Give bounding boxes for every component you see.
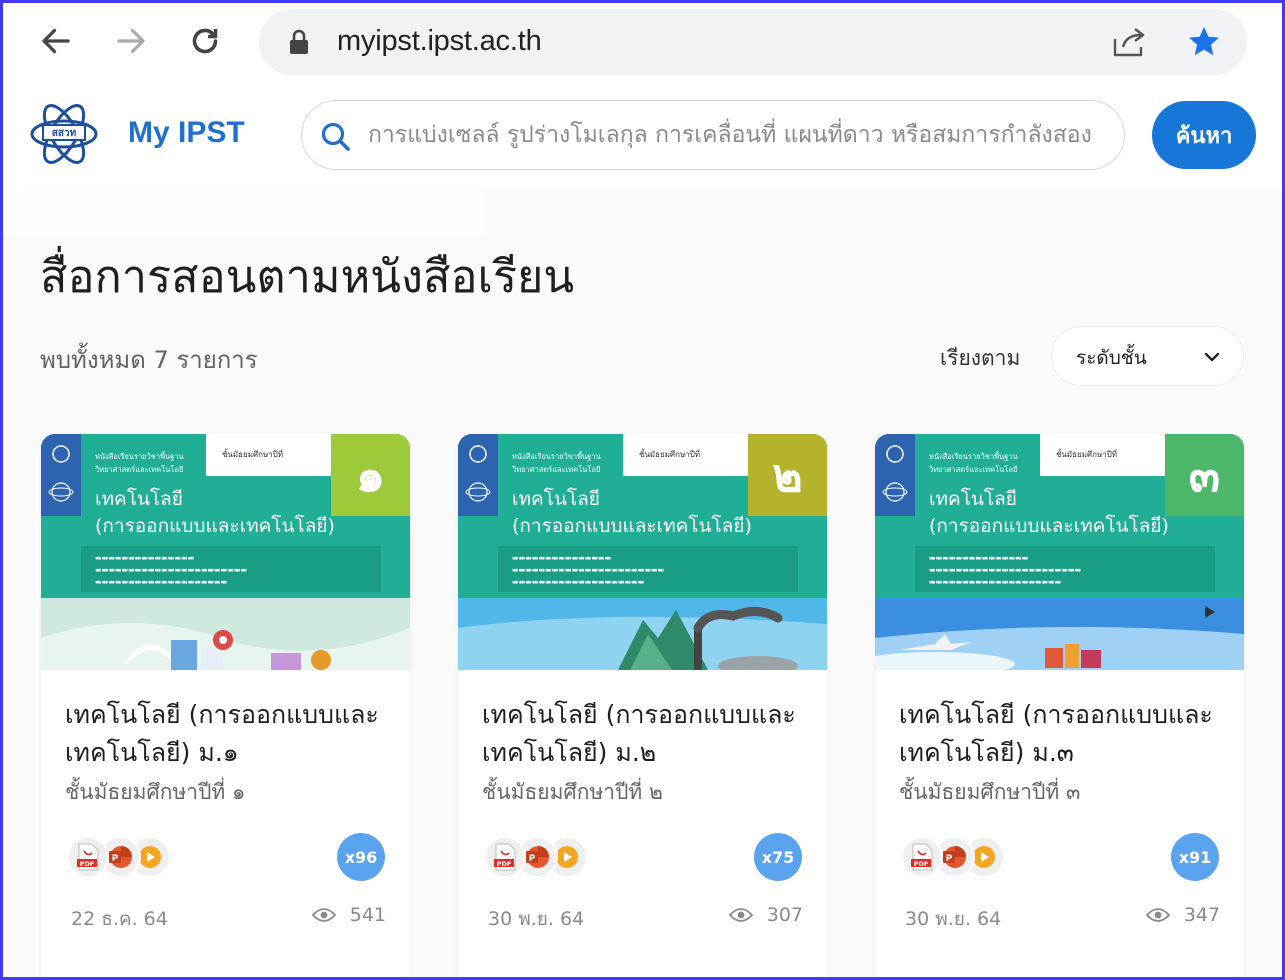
eye-icon	[1145, 908, 1170, 922]
book-card[interactable]: ชั้นมัธยมศึกษาปีที่ ๒ หนังสือเรียนรายวิช…	[458, 434, 827, 980]
svg-text:P: P	[529, 854, 536, 864]
svg-text:สสวท: สสวท	[52, 128, 77, 139]
ipst-logo[interactable]: สสวท	[29, 101, 99, 167]
cover-fine-print: ▬▬▬▬▬▬▬▬▬▬▬▬▬▬▬ ▬▬▬▬▬▬▬▬▬▬▬▬▬▬▬▬▬▬▬▬▬▬▬ ▬▬…	[929, 554, 1082, 586]
book-cover[interactable]: ชั้นมัธยมศึกษาปีที่ ๒ หนังสือเรียนรายวิช…	[458, 434, 827, 670]
cover-title: เทคโนโลยี (การออกแบบและเทคโนโลยี)	[95, 488, 335, 537]
cover-grade-tab: ชั้นมัธยมศึกษาปีที่	[206, 434, 331, 476]
search-icon	[321, 122, 350, 151]
result-count: พบทั้งหมด 7 รายการ	[40, 346, 258, 374]
reload-button[interactable]	[185, 21, 225, 61]
brand-name[interactable]: My IPST	[128, 116, 245, 150]
cover-series-label: หนังสือเรียนรายวิชาพื้นฐาน วิทยาศาสตร์แล…	[929, 452, 1018, 474]
cover-grade-label: ชั้นมัธยมศึกษาปีที่	[1056, 450, 1118, 459]
sort-select[interactable]: ระดับชั้น	[1051, 326, 1244, 386]
cover-title: เทคโนโลยี (การออกแบบและเทคโนโลยี)	[512, 488, 752, 537]
resource-count-badge: x91	[1171, 833, 1219, 881]
view-count: 541	[311, 904, 386, 926]
book-cover[interactable]: ชั้นมัธยมศึกษาปีที่ ๓ หนังสือเรียนรายวิช…	[875, 434, 1244, 670]
cover-emblem	[875, 434, 915, 516]
card-date: 30 พ.ย. 64	[905, 908, 1002, 930]
cover-series-label: หนังสือเรียนรายวิชาพื้นฐาน วิทยาศาสตร์แล…	[512, 452, 601, 474]
pdf-badge: PDF	[901, 836, 943, 878]
search-button[interactable]: ค้นหา	[1152, 101, 1256, 169]
cover-numeral: ๑	[331, 434, 410, 516]
url-text: myipst.ipst.ac.th	[337, 25, 542, 57]
cover-grade-label: ชั้นมัธยมศึกษาปีที่	[639, 450, 701, 459]
cover-title: เทคโนโลยี (การออกแบบและเทคโนโลยี)	[929, 488, 1169, 537]
arrow-right-icon	[117, 28, 145, 54]
svg-text:PDF: PDF	[497, 860, 512, 868]
eye-icon	[728, 908, 753, 922]
svg-text:P: P	[946, 854, 953, 864]
powerpoint-icon: P	[943, 846, 966, 868]
star-icon[interactable]	[1185, 24, 1223, 60]
cover-band: ▬▬▬▬▬▬▬▬▬▬▬▬▬▬▬ ▬▬▬▬▬▬▬▬▬▬▬▬▬▬▬▬▬▬▬▬▬▬▬ ▬▬…	[915, 546, 1215, 592]
card-title[interactable]: เทคโนโลยี (การออกแบบและเทคโนโลยี) ม.๑	[65, 696, 395, 772]
arrow-left-icon	[42, 28, 70, 54]
page-title: สื่อการสอนตามหนังสือเรียน	[40, 250, 575, 303]
card-date: 22 ธ.ค. 64	[71, 908, 168, 930]
lock-icon	[290, 29, 308, 54]
back-button[interactable]	[36, 21, 76, 61]
svg-text:PDF: PDF	[914, 860, 929, 868]
powerpoint-icon: P	[109, 846, 132, 868]
search-box	[301, 100, 1125, 170]
resource-count-badge: x75	[754, 833, 802, 881]
cover-illustration	[875, 598, 1244, 670]
search-input[interactable]	[368, 115, 1108, 155]
cover-fine-print: ▬▬▬▬▬▬▬▬▬▬▬▬▬▬▬ ▬▬▬▬▬▬▬▬▬▬▬▬▬▬▬▬▬▬▬▬▬▬▬ ▬▬…	[512, 554, 665, 586]
share-icon[interactable]	[1111, 25, 1149, 59]
address-bar[interactable]: myipst.ipst.ac.th	[259, 9, 1247, 75]
cover-emblem	[41, 434, 81, 516]
eye-icon	[311, 908, 336, 922]
cover-grade-label: ชั้นมัธยมศึกษาปีที่	[222, 450, 284, 459]
pdf-badge: PDF	[67, 836, 109, 878]
card-title[interactable]: เทคโนโลยี (การออกแบบและเทคโนโลยี) ม.๒	[482, 696, 812, 772]
file-type-icons: PDF P	[901, 836, 1011, 880]
svg-text:PDF: PDF	[80, 860, 95, 868]
cover-grade-tab: ชั้นมัธยมศึกษาปีที่	[623, 434, 748, 476]
cover-numeral: ๓	[1165, 434, 1244, 516]
pdf-badge: PDF	[484, 836, 526, 878]
forward-button[interactable]	[111, 21, 151, 61]
sort-value: ระดับชั้น	[1076, 347, 1147, 369]
chevron-down-icon	[1204, 352, 1220, 362]
cover-band: ▬▬▬▬▬▬▬▬▬▬▬▬▬▬▬ ▬▬▬▬▬▬▬▬▬▬▬▬▬▬▬▬▬▬▬▬▬▬▬ ▬▬…	[81, 546, 381, 592]
view-count-value: 541	[349, 904, 386, 926]
view-count: 347	[1145, 904, 1220, 926]
cover-fine-print: ▬▬▬▬▬▬▬▬▬▬▬▬▬▬▬ ▬▬▬▬▬▬▬▬▬▬▬▬▬▬▬▬▬▬▬▬▬▬▬ ▬▬…	[95, 554, 248, 586]
header-strip	[3, 189, 485, 235]
svg-text:P: P	[112, 854, 119, 864]
book-card[interactable]: ชั้นมัธยมศึกษาปีที่ ๓ หนังสือเรียนรายวิช…	[875, 434, 1244, 980]
pdf-icon: PDF	[911, 843, 933, 871]
card-date: 30 พ.ย. 64	[488, 908, 585, 930]
browser-toolbar: myipst.ipst.ac.th	[3, 3, 1282, 81]
file-type-icons: PDF P	[484, 836, 594, 880]
site-header: สสวท My IPST ค้นหา	[3, 81, 1282, 189]
powerpoint-icon: P	[526, 846, 549, 868]
resource-count-badge: x96	[337, 833, 385, 881]
view-count-value: 307	[766, 904, 803, 926]
cover-illustration	[458, 598, 827, 670]
cover-illustration	[41, 598, 410, 670]
file-type-icons: PDF P	[67, 836, 177, 880]
book-card[interactable]: ชั้นมัธยมศึกษาปีที่ ๑ หนังสือเรียนรายวิช…	[41, 434, 410, 980]
reload-icon	[192, 28, 218, 54]
cover-series-label: หนังสือเรียนรายวิชาพื้นฐาน วิทยาศาสตร์แล…	[95, 452, 184, 474]
card-title[interactable]: เทคโนโลยี (การออกแบบและเทคโนโลยี) ม.๓	[899, 696, 1229, 772]
cover-emblem	[458, 434, 498, 516]
view-count: 307	[728, 904, 803, 926]
card-subtitle: ชั้นมัธยมศึกษาปีที่ ๒	[482, 780, 663, 804]
sort-label: เรียงตาม	[940, 346, 1021, 370]
cover-numeral: ๒	[748, 434, 827, 516]
cover-grade-tab: ชั้นมัธยมศึกษาปีที่	[1040, 434, 1165, 476]
pdf-icon: PDF	[494, 843, 516, 871]
book-cover[interactable]: ชั้นมัธยมศึกษาปีที่ ๑ หนังสือเรียนรายวิช…	[41, 434, 410, 670]
cover-band: ▬▬▬▬▬▬▬▬▬▬▬▬▬▬▬ ▬▬▬▬▬▬▬▬▬▬▬▬▬▬▬▬▬▬▬▬▬▬▬ ▬▬…	[498, 546, 798, 592]
view-count-value: 347	[1183, 904, 1220, 926]
card-subtitle: ชั้นมัธยมศึกษาปีที่ ๑	[65, 780, 246, 804]
card-subtitle: ชั้นมัธยมศึกษาปีที่ ๓	[899, 780, 1081, 804]
pdf-icon: PDF	[77, 843, 99, 871]
